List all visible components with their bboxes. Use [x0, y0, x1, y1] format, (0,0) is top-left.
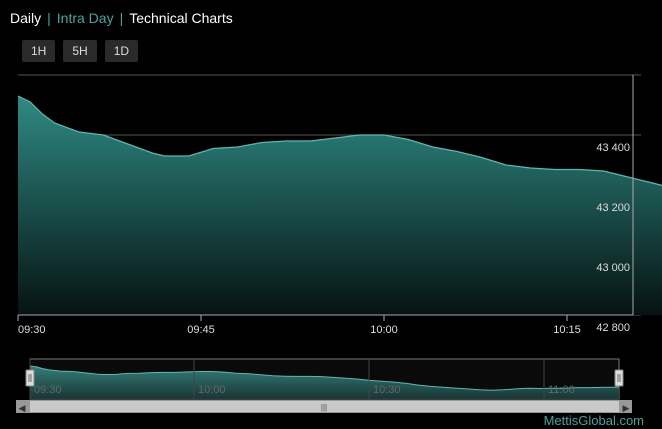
handle-body [25, 369, 35, 387]
navigator-tick-label: 10:30 [373, 384, 401, 396]
x-tick-label: 10:15 [553, 324, 581, 336]
navigator[interactable]: 09:30 10:00 10:30 11:00 ||| ◀ ▶ [16, 358, 632, 413]
navigator-left-handle[interactable] [25, 369, 35, 387]
intraday-chart[interactable]: 42 800 43 000 43 200 43 400 09:30 09:45 10:00… [0, 0, 662, 429]
y-tick-label: 43 400 [596, 142, 630, 154]
watermark: MettisGlobal.com [543, 413, 644, 428]
x-tick-label: 10:00 [370, 324, 398, 336]
y-tick-label: 43 200 [596, 202, 630, 214]
price-area [17, 95, 662, 315]
y-tick-label: 43 000 [596, 262, 630, 274]
scrollbar-grip: ||| [321, 403, 327, 412]
x-axis-labels: 09:3009:4510:0010:1510:3010:4511:00 [18, 324, 581, 336]
x-tick-label: 09:30 [18, 324, 46, 336]
x-tick-label: 09:45 [187, 324, 215, 336]
area-fill [18, 96, 662, 315]
navigator-scrollbar[interactable]: ||| ◀ ▶ [16, 400, 632, 413]
navigator-tick-label: 09:30 [34, 384, 62, 396]
scroll-right-arrow-icon: ▶ [623, 403, 630, 413]
handle-body [614, 369, 624, 387]
y-tick-label: 42 800 [596, 322, 630, 334]
navigator-tick-label: 10:00 [198, 384, 226, 396]
navigator-right-handle[interactable] [614, 369, 624, 387]
scroll-left-arrow-icon: ◀ [19, 403, 26, 413]
navigator-tick-label: 11:00 [548, 384, 575, 396]
